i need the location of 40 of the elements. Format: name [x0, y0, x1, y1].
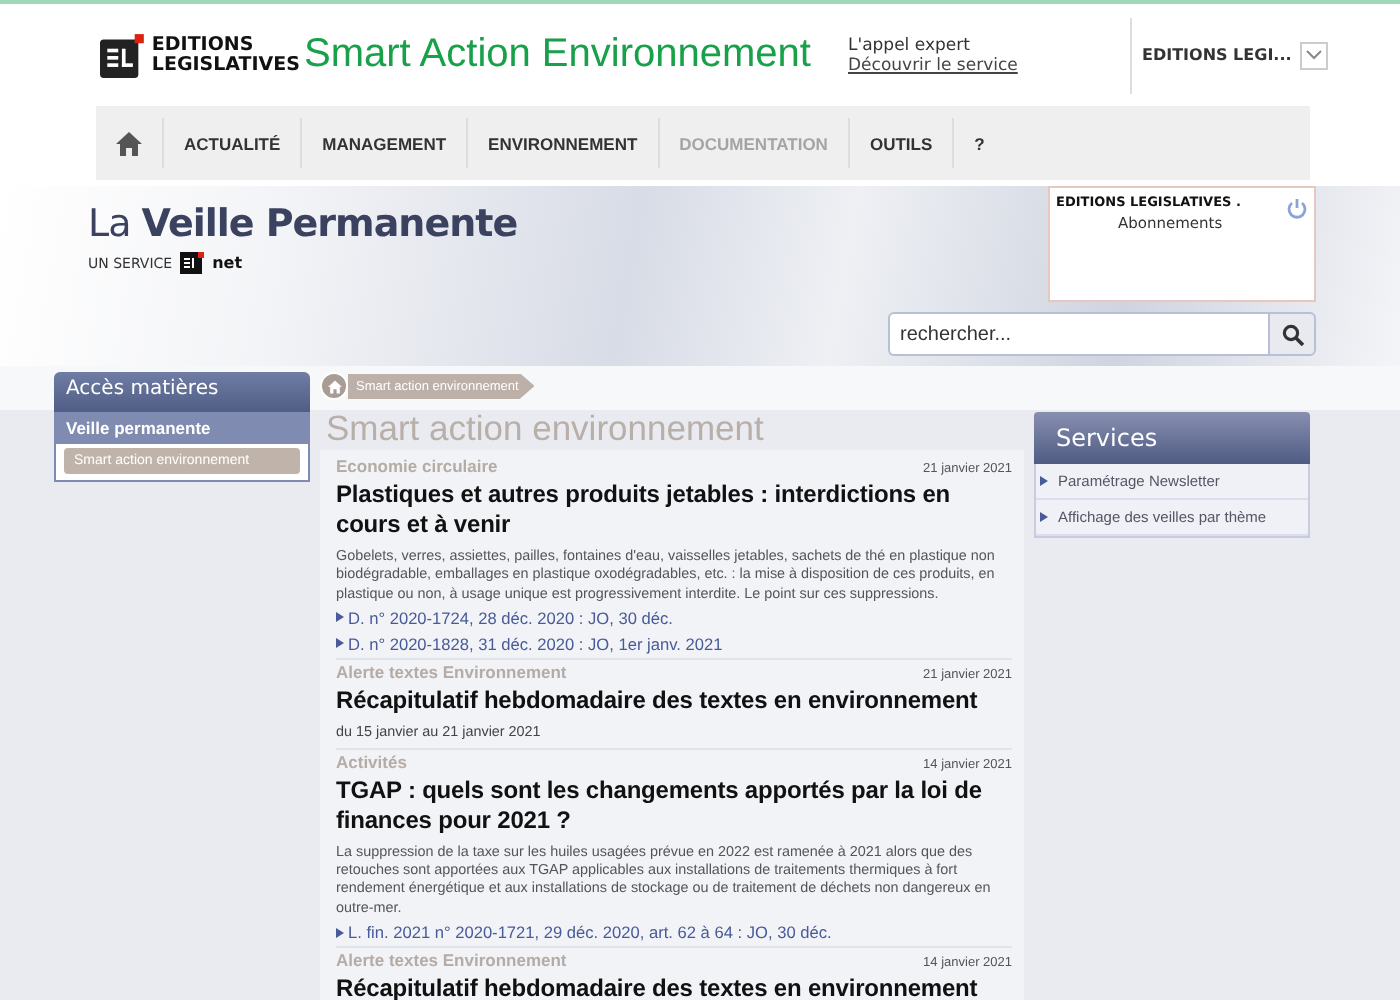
triangle-icon — [336, 612, 344, 623]
article-title[interactable]: Plastiques et autres produits jetables : interdictions en cours et à venir — [336, 480, 1012, 540]
search-icon — [1281, 323, 1303, 345]
triangle-icon — [1040, 512, 1048, 522]
nav-link[interactable]: ACTUALITÉ — [164, 118, 303, 168]
home-icon[interactable] — [320, 372, 348, 400]
nav-link[interactable]: MANAGEMENT — [302, 118, 469, 168]
logo-text: EDITIONS LEGISLATIVES — [151, 35, 300, 75]
sidebar-title: Accès matières — [54, 372, 310, 412]
site-title: Smart Action Environnement — [304, 32, 813, 78]
reference-link[interactable]: D. n° 2020-1724, 28 déc. 2020 : JO, 30 déc. — [336, 607, 1012, 628]
nav-link[interactable]: ? — [954, 118, 1005, 168]
power-icon[interactable] — [1286, 198, 1308, 220]
article-title[interactable]: TGAP : quels sont les changements apportés par la loi de finances pour 2021 ? — [336, 775, 1012, 836]
article-title[interactable]: Récapitulatif hebdomadaire des textes en environnement — [336, 685, 1012, 716]
expert-label: L'appel expert — [848, 35, 972, 55]
article-category: Alerte textes Environnement — [336, 661, 567, 682]
nav-link[interactable]: ENVIRONNEMENT — [468, 118, 660, 168]
logo-icon — [180, 252, 205, 274]
reference-link[interactable]: D. n° 2020-1828, 31 déc. 2020 : JO, 1er janv. 2021 — [336, 633, 1012, 654]
search-field[interactable]: rechercher... — [888, 312, 1268, 356]
article-category: Activités — [336, 751, 407, 772]
account-dropdown-button[interactable] — [1299, 41, 1328, 69]
nav-link[interactable]: OUTILS — [849, 118, 955, 168]
home-icon — [116, 131, 142, 155]
logo-icon — [100, 31, 144, 79]
reference-link[interactable]: L. fin. 2021 n° 2020-1721, 29 déc. 2020, art. 62 à 64 : JO, 30 déc. — [336, 922, 1012, 943]
triangle-icon — [1040, 476, 1048, 486]
discover-link[interactable]: Découvrir le service — [848, 55, 1130, 75]
search-button[interactable] — [1268, 312, 1316, 356]
brand-name: net — [212, 254, 243, 272]
triangle-icon — [336, 638, 344, 649]
article-category: Alerte textes Environnement — [336, 950, 567, 971]
page-title: Smart action environnement — [324, 406, 766, 450]
triangle-icon — [336, 927, 344, 938]
services-title: Services — [1034, 412, 1310, 464]
brand-title: La Veille Permanente — [88, 202, 520, 246]
caret-icon — [1305, 50, 1322, 60]
article-category: Economie circulaire — [336, 456, 498, 476]
account-name: EDITIONS LEGI... — [1142, 46, 1292, 64]
